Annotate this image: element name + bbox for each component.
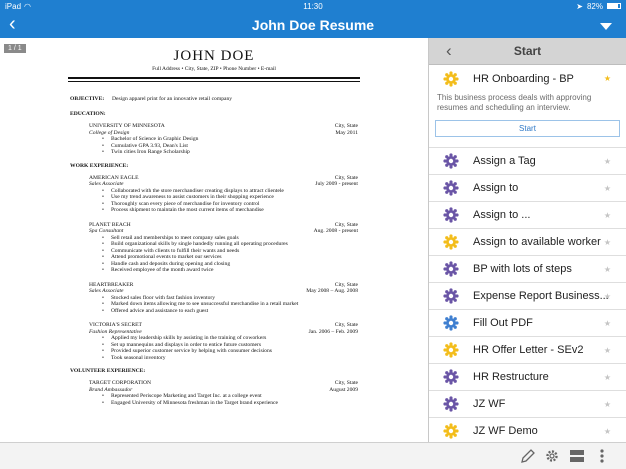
start-button[interactable]: Start bbox=[435, 120, 620, 137]
gear-icon bbox=[443, 261, 459, 277]
process-item[interactable]: Assign to ... ★ bbox=[429, 202, 626, 229]
bullet-marker: • bbox=[102, 149, 104, 155]
process-item[interactable]: Assign to ★ bbox=[429, 175, 626, 202]
gear-icon bbox=[443, 234, 459, 250]
volunteer-date: August 2009 bbox=[329, 386, 358, 393]
resume-bullet: Process shipment to maintain the most cu… bbox=[111, 207, 264, 213]
gear-icon[interactable] bbox=[544, 448, 560, 464]
more-vertical-icon[interactable] bbox=[594, 448, 610, 464]
document-viewer[interactable]: 1 / 1 JOHN DOE Full Address • City, Stat… bbox=[0, 38, 428, 442]
status-bar: iPad ◠ 11:30 ➤ 82% bbox=[0, 0, 626, 12]
favorite-star-icon[interactable]: ★ bbox=[604, 373, 611, 382]
resume-bullet: Received employee of the month award twi… bbox=[111, 267, 214, 273]
favorite-star-icon[interactable]: ★ bbox=[604, 157, 611, 166]
resume-bullet: Took seasonal inventory bbox=[111, 354, 166, 361]
gear-icon bbox=[443, 342, 459, 358]
process-item[interactable]: BP with lots of steps ★ bbox=[429, 256, 626, 283]
favorite-star-icon[interactable]: ★ bbox=[604, 184, 611, 193]
favorite-star-icon[interactable]: ★ bbox=[604, 346, 611, 355]
layout-icon[interactable] bbox=[569, 448, 585, 464]
gear-icon bbox=[443, 288, 459, 304]
bullet-marker: • bbox=[102, 354, 104, 361]
resume-bullet: Engaged University of Minnesota freshman… bbox=[111, 399, 279, 406]
process-item[interactable]: JZ WF ★ bbox=[429, 391, 626, 418]
back-button[interactable]: ‹ bbox=[9, 14, 16, 34]
featured-process-description: This business process deals with approvi… bbox=[437, 93, 592, 112]
start-panel: ‹ Start HR Onboarding - BP ★ This busine… bbox=[428, 38, 626, 442]
battery-icon bbox=[607, 3, 621, 9]
favorite-star-icon[interactable]: ★ bbox=[604, 400, 611, 409]
resume-name: JOHN DOE bbox=[173, 48, 255, 64]
bullet-marker: • bbox=[102, 207, 104, 213]
gear-icon bbox=[443, 207, 459, 223]
gear-icon bbox=[443, 369, 459, 385]
process-item[interactable]: Assign a Tag ★ bbox=[429, 148, 626, 175]
caret-down-icon[interactable] bbox=[600, 23, 612, 30]
favorite-star-icon[interactable]: ★ bbox=[604, 427, 611, 436]
panel-title: Start bbox=[513, 44, 542, 58]
process-list: Assign a Tag ★ Assign to ★ Assign to ... ★ Ass… bbox=[429, 148, 626, 442]
resume-bullet: Offered advice and assistance to each gu… bbox=[111, 307, 209, 314]
favorite-star-icon[interactable]: ★ bbox=[604, 74, 611, 83]
process-item[interactable]: Assign to available worker ★ bbox=[429, 229, 626, 256]
gear-icon bbox=[443, 315, 459, 331]
bottom-toolbar bbox=[0, 442, 626, 469]
divider bbox=[68, 81, 360, 82]
gear-icon bbox=[443, 180, 459, 196]
pencil-icon[interactable] bbox=[520, 448, 536, 464]
gear-icon bbox=[443, 423, 459, 439]
favorite-star-icon[interactable]: ★ bbox=[604, 265, 611, 274]
job-date: Aug. 2008 - present bbox=[313, 228, 358, 234]
divider bbox=[68, 77, 360, 79]
school-date: May 2011 bbox=[335, 129, 358, 136]
favorite-star-icon[interactable]: ★ bbox=[604, 292, 611, 301]
gear-icon bbox=[443, 153, 459, 169]
favorite-star-icon[interactable]: ★ bbox=[604, 211, 611, 220]
panel-back-button[interactable]: ‹ bbox=[446, 41, 452, 61]
clock: 11:30 bbox=[303, 1, 323, 11]
gear-icon bbox=[443, 396, 459, 412]
process-item[interactable]: Expense Report Business... ★ bbox=[429, 283, 626, 310]
nav-bar: ‹ John Doe Resume bbox=[0, 12, 626, 38]
panel-header: ‹ Start bbox=[429, 38, 626, 65]
resume-bullet: Twin cities Iron Range Scholarship bbox=[111, 149, 190, 155]
page-title: John Doe Resume bbox=[251, 17, 375, 33]
featured-process-row[interactable]: HR Onboarding - BP ★ bbox=[429, 65, 626, 92]
bullet-marker: • bbox=[102, 307, 104, 314]
favorite-star-icon[interactable]: ★ bbox=[604, 238, 611, 247]
featured-process: HR Onboarding - BP ★ This business proce… bbox=[429, 65, 626, 148]
bullet-marker: • bbox=[102, 267, 104, 273]
education-heading: EDUCATION: bbox=[70, 111, 106, 117]
volunteer-heading: VOLUNTEER EXPERIENCE: bbox=[70, 368, 146, 374]
work-heading: WORK EXPERIENCE: bbox=[70, 162, 129, 169]
favorite-star-icon[interactable]: ★ bbox=[604, 319, 611, 328]
process-item[interactable]: JZ WF Demo ★ bbox=[429, 418, 626, 442]
job-date: May 2008 – Aug. 2008 bbox=[306, 288, 358, 294]
process-item[interactable]: HR Offer Letter - SEv2 ★ bbox=[429, 337, 626, 364]
gear-icon bbox=[443, 70, 459, 87]
process-item[interactable]: HR Restructure ★ bbox=[429, 364, 626, 391]
objective-label: OBJECTIVE: bbox=[70, 96, 105, 102]
bullet-marker: • bbox=[102, 399, 104, 406]
process-item[interactable]: Fill Out PDF ★ bbox=[429, 310, 626, 337]
objective-text: Design apparel print for an innovative r… bbox=[112, 96, 233, 102]
resume-address: Full Address • City, State, ZIP • Phone … bbox=[152, 66, 276, 72]
